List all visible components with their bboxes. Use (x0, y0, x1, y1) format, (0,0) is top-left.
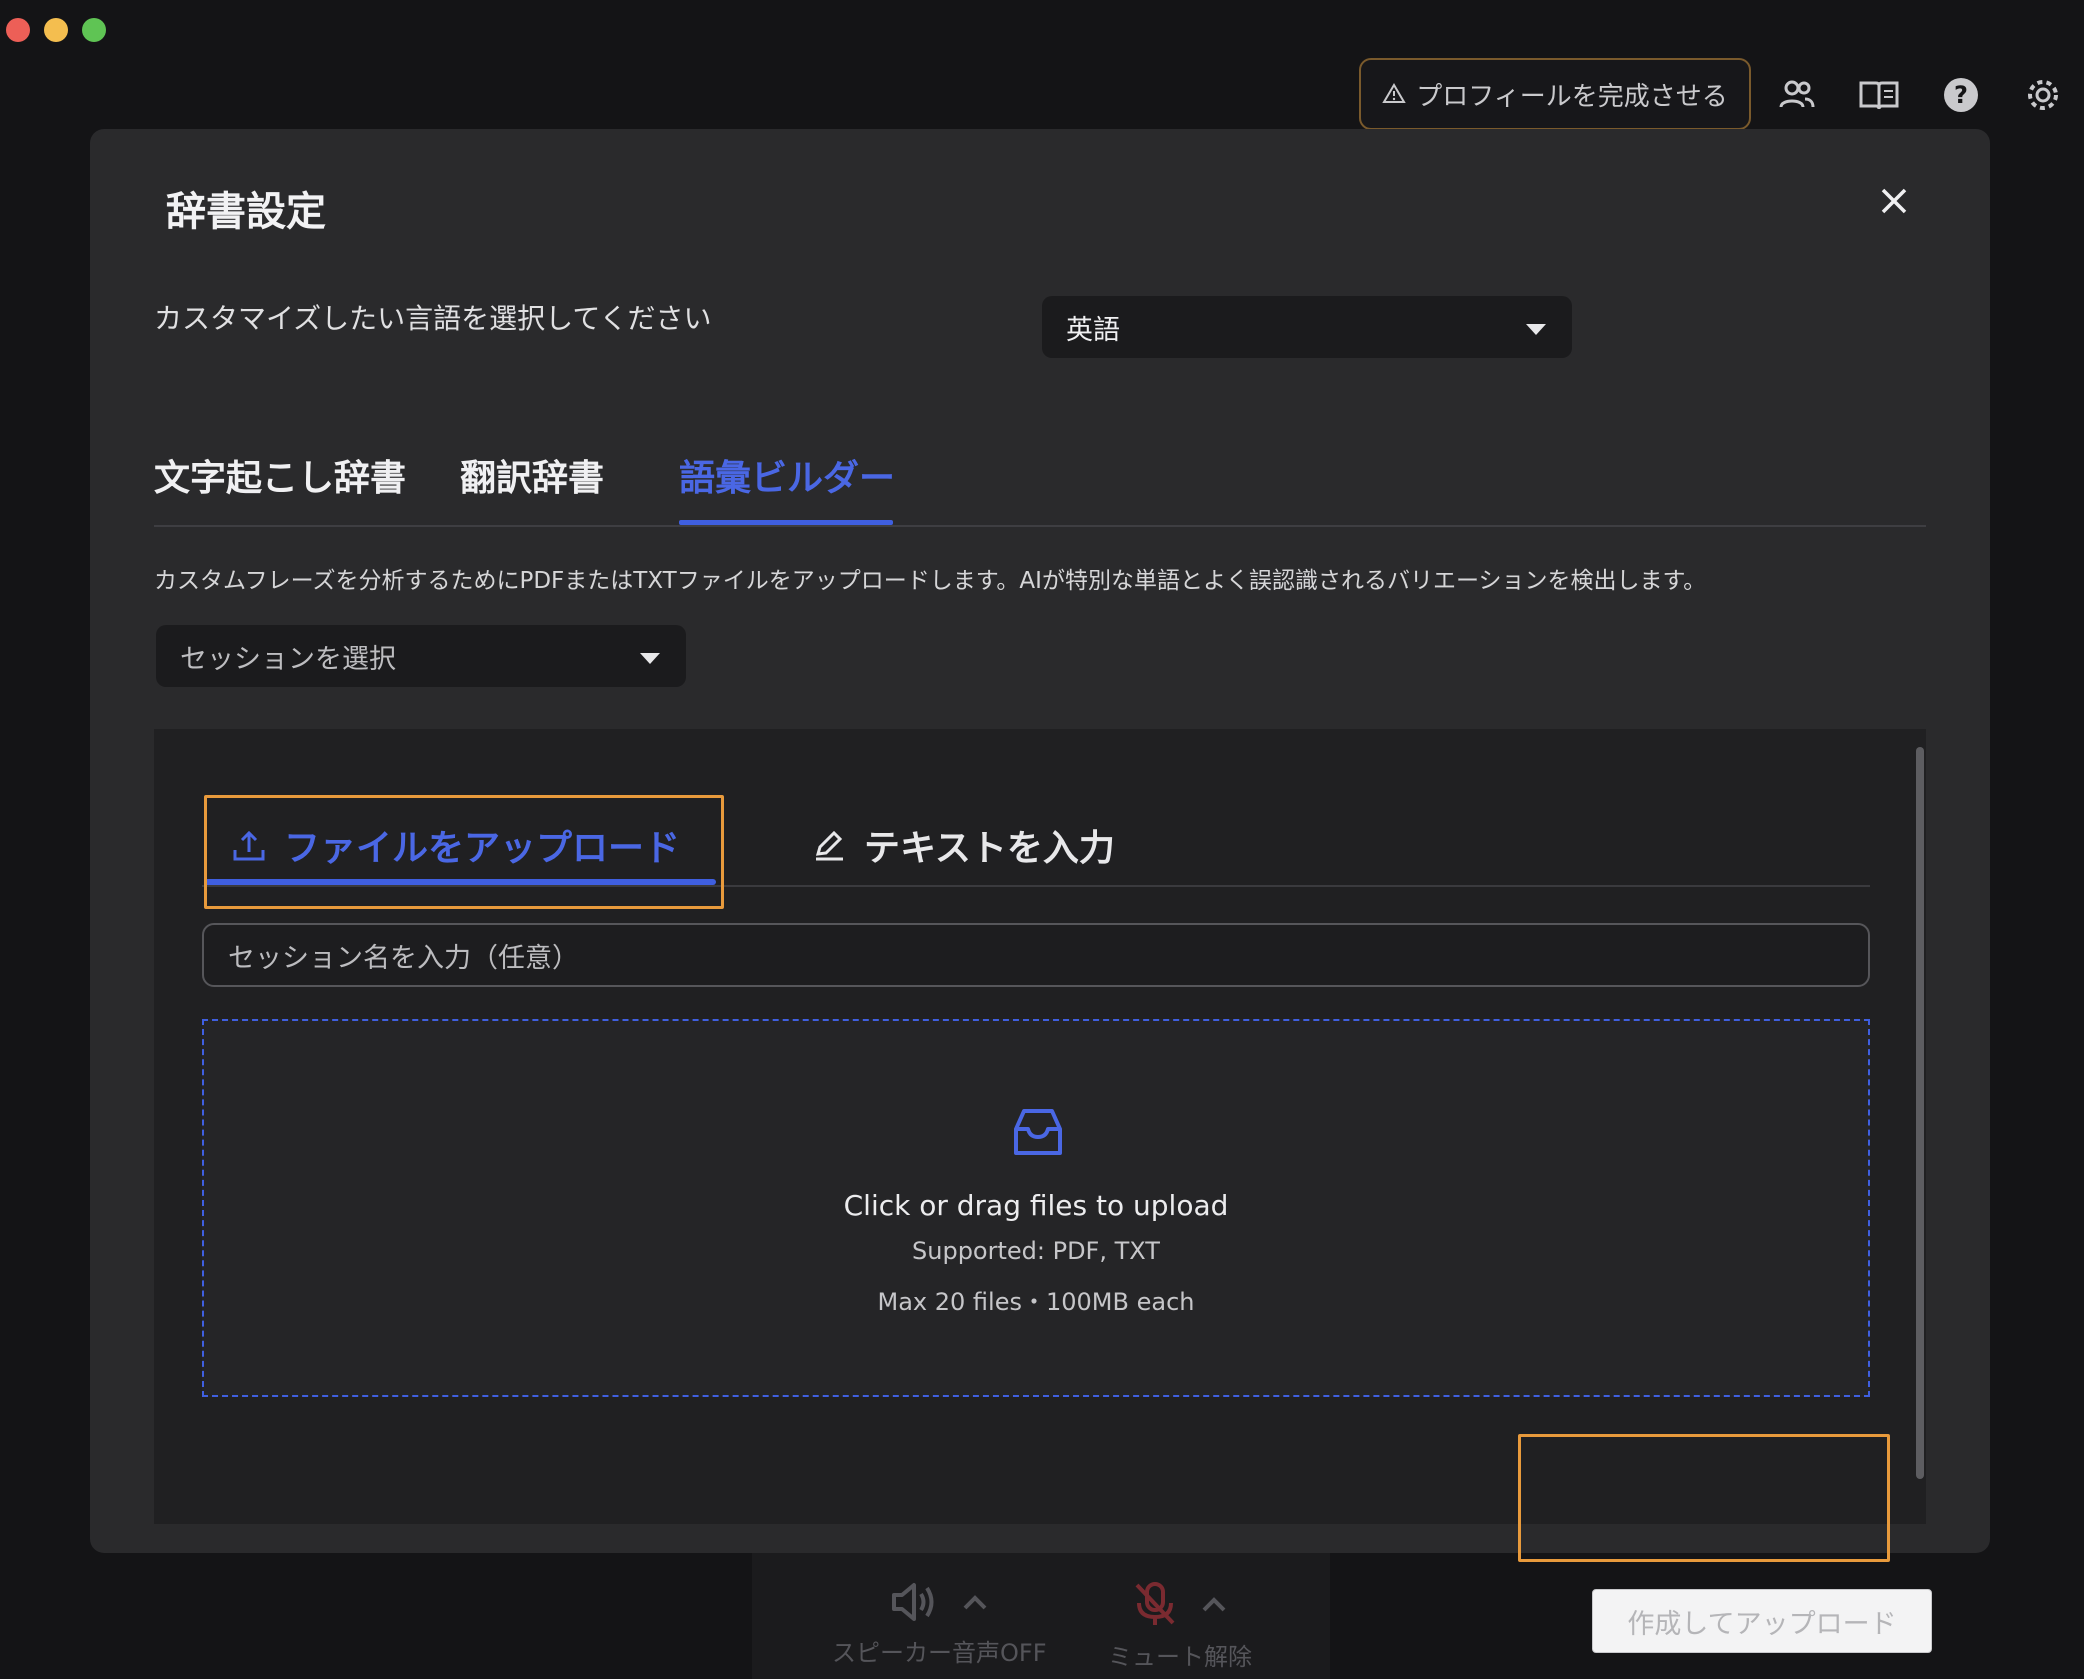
dictionary-tabs: 文字起こし辞書 翻訳辞書 語彙ビルダー (154, 449, 1926, 527)
warning-icon (1382, 83, 1406, 103)
language-label: カスタマイズしたい言語を選択してください (154, 302, 712, 335)
caret-down-icon (640, 653, 660, 664)
window-controls (6, 18, 106, 42)
dropzone-supported-formats: Supported: PDF, TXT (912, 1237, 1160, 1265)
mic-muted-icon (1135, 1582, 1175, 1625)
zoom-window-button[interactable] (82, 18, 106, 42)
top-bar: プロフィールを完成させる ? (0, 58, 2084, 134)
tab-transcription-dictionary[interactable]: 文字起こし辞書 (154, 449, 406, 501)
minimize-window-button[interactable] (44, 18, 68, 42)
vocabulary-builder-description: カスタムフレーズを分析するためにPDFまたはTXTファイルをアップロードします。… (154, 568, 1707, 594)
active-tab-indicator (679, 520, 893, 525)
people-icon[interactable] (1776, 74, 1818, 116)
modal-title: 辞書設定 (166, 189, 326, 235)
book-icon[interactable] (1858, 74, 1900, 116)
settings-icon[interactable] (2022, 74, 2064, 116)
tab-vocabulary-builder[interactable]: 語彙ビルダー (679, 449, 895, 501)
tab-translation-dictionary[interactable]: 翻訳辞書 (460, 449, 604, 501)
speaker-control[interactable]: スピーカー音声OFF (832, 1581, 1047, 1668)
tab-upload-file[interactable]: ファイルをアップロード (232, 819, 680, 871)
tab-upload-file-label: ファイルをアップロード (284, 828, 681, 869)
close-window-button[interactable] (6, 18, 30, 42)
tab-enter-text[interactable]: テキストを入力 (812, 819, 1115, 871)
speaker-label: スピーカー音声OFF (832, 1639, 1047, 1667)
complete-profile-label: プロフィールを完成させる (1416, 81, 1728, 112)
dropzone-title: Click or drag files to upload (843, 1189, 1229, 1222)
create-and-upload-button[interactable]: 作成してアップロード (1592, 1589, 1932, 1653)
upload-icon (233, 830, 265, 861)
meeting-controls: スピーカー音声OFF ミュート解除 (752, 1553, 1330, 1679)
svg-text:?: ? (1954, 81, 1968, 109)
session-select-placeholder: セッションを選択 (180, 643, 396, 675)
mic-control[interactable]: ミュート解除 (1108, 1581, 1252, 1672)
caret-down-icon (1526, 324, 1546, 335)
chevron-up-icon[interactable] (1201, 1595, 1227, 1613)
upload-mode-tabs: ファイルをアップロード テキストを入力 (202, 789, 1870, 887)
close-modal-button[interactable] (1874, 181, 1914, 221)
inbox-icon (1014, 1109, 1062, 1155)
pencil-icon (815, 830, 843, 861)
speaker-icon (892, 1583, 934, 1621)
close-icon (1881, 188, 1907, 214)
language-select[interactable]: 英語 (1042, 296, 1572, 358)
session-select[interactable]: セッションを選択 (156, 625, 686, 687)
session-name-placeholder: セッション名を入力（任意） (228, 942, 579, 974)
help-icon[interactable]: ? (1940, 74, 1982, 116)
complete-profile-button[interactable]: プロフィールを完成させる (1359, 58, 1751, 130)
upload-panel: ファイルをアップロード テキストを入力 セッション名を入力（任意） Click … (154, 729, 1932, 1653)
tab-enter-text-label: テキストを入力 (864, 828, 1115, 869)
dropzone-limits: Max 20 files・100MB each (877, 1288, 1195, 1316)
language-selected-value: 英語 (1066, 314, 1120, 346)
modal-scrollbar[interactable] (1916, 747, 1924, 1479)
dictionary-settings-modal: 辞書設定 カスタマイズしたい言語を選択してください 英語 文字起こし辞書 翻訳辞… (90, 129, 1990, 1653)
active-subtab-indicator (204, 879, 716, 885)
mic-label: ミュート解除 (1108, 1643, 1252, 1671)
chevron-up-icon[interactable] (962, 1593, 988, 1611)
file-dropzone[interactable]: Click or drag files to upload Supported:… (202, 1019, 1870, 1397)
session-name-input[interactable]: セッション名を入力（任意） (202, 923, 1870, 987)
